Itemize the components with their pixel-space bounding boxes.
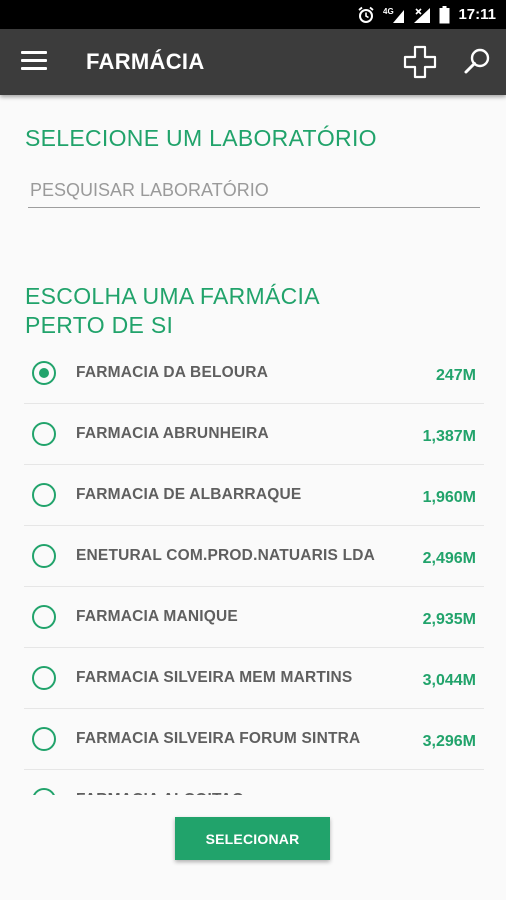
pharmacy-list-item[interactable]: FARMACIA DA BELOURA 247M: [24, 343, 484, 404]
pharmacy-name: FARMACIA SILVEIRA FORUM SINTRA: [76, 730, 361, 747]
radio-button[interactable]: [32, 422, 56, 446]
menu-icon[interactable]: [21, 51, 47, 71]
pharmacy-cross-icon[interactable]: [403, 45, 437, 79]
pharmacy-name: FARMACIA ABRUNHEIRA: [76, 425, 269, 442]
radio-dot: [39, 368, 49, 378]
wifi-x-icon: [413, 6, 431, 24]
pharmacy-distance: 2,496M: [422, 550, 476, 567]
radio-button[interactable]: [32, 666, 56, 690]
page-title: FARMÁCIA: [86, 49, 205, 74]
pharmacy-distance: 247M: [435, 367, 476, 384]
radio-button[interactable]: [32, 483, 56, 507]
pharmacy-distance: 2,935M: [422, 611, 476, 628]
pharmacy-name: FARMACIA SILVEIRA MEM MARTINS: [76, 669, 353, 686]
pharmacy-name: ENETURAL COM.PROD.NATUARIS LDA: [76, 547, 376, 564]
pharmacy-distance: 1,387M: [422, 428, 476, 445]
select-button[interactable]: SELECIONAR: [175, 817, 330, 860]
pharmacy-list-item[interactable]: FARMACIA MANIQUE 2,935M: [24, 587, 484, 648]
alarm-icon: [357, 6, 375, 24]
pharmacy-name: FARMACIA ALCOITAO: [76, 791, 423, 795]
radio-button[interactable]: [32, 788, 56, 795]
status-bar: 4G 17:11: [0, 0, 506, 29]
pharmacy-list-item[interactable]: FARMACIA SILVEIRA FORUM SINTRA 3,296M: [24, 709, 484, 770]
pharmacy-distance: 1,960M: [422, 489, 476, 506]
radio-button[interactable]: [32, 544, 56, 568]
pharmacy-name: FARMACIA DA BELOURA: [76, 364, 269, 381]
pharmacy-list-item[interactable]: FARMACIA ABRUNHEIRA 1,387M: [24, 404, 484, 465]
pharmacy-list-item[interactable]: FARMACIA DE ALBARRAQUE 1,960M: [24, 465, 484, 526]
pharmacy-distance: 3,296M: [422, 733, 476, 750]
radio-button-selected[interactable]: [32, 361, 56, 385]
pharmacy-distance: 3,044M: [422, 672, 476, 689]
pharmacy-list-item[interactable]: FARMACIA ALCOITAO3,355M: [24, 770, 484, 795]
pharmacy-list-item[interactable]: FARMACIA SILVEIRA MEM MARTINS 3,044M: [24, 648, 484, 709]
radio-button[interactable]: [32, 727, 56, 751]
pharmacy-section-title-line1: ESCOLHA UMA FARMÁCIA: [25, 283, 320, 309]
pharmacy-name: FARMACIA DE ALBARRAQUE: [76, 486, 302, 503]
signal-4g-icon: 4G: [383, 6, 405, 24]
app-bar: FARMÁCIA: [0, 29, 506, 95]
pharmacy-distance: 3,355M: [423, 794, 476, 795]
radio-button[interactable]: [32, 605, 56, 629]
lab-search-input[interactable]: [28, 173, 480, 208]
pharmacy-list-item[interactable]: ENETURAL COM.PROD.NATUARIS LDA 2,496M: [24, 526, 484, 587]
pharmacy-name: FARMACIA MANIQUE: [76, 608, 238, 625]
battery-icon: [439, 5, 450, 24]
status-time: 17:11: [458, 6, 496, 23]
search-icon[interactable]: [462, 46, 492, 76]
lab-section-title: SELECIONE UM LABORATÓRIO: [25, 125, 377, 151]
svg-text:4G: 4G: [383, 7, 394, 16]
pharmacy-list[interactable]: FARMACIA DA BELOURA 247M FARMACIA ABRUNHEI…: [24, 343, 484, 795]
pharmacy-section-title-line2: PERTO DE SI: [25, 312, 174, 338]
